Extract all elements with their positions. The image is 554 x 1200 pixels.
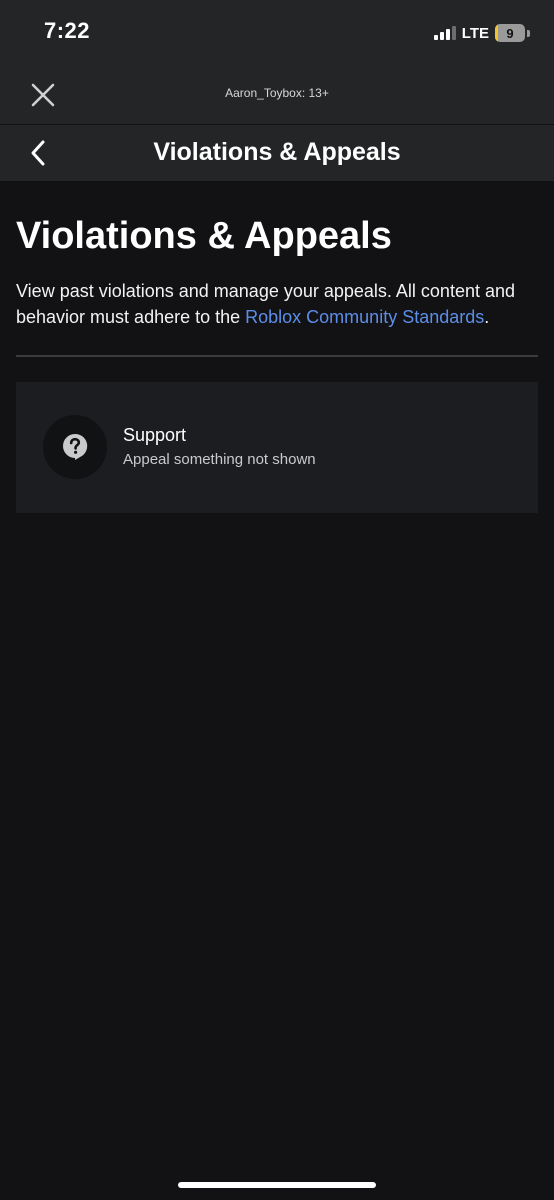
- page-description: View past violations and manage your app…: [16, 278, 538, 330]
- home-indicator[interactable]: [178, 1182, 376, 1188]
- battery-level: 9: [506, 25, 514, 41]
- account-label: Aaron_Toybox: 13+: [225, 86, 329, 100]
- top-area: 7:22 LTE 9 Aaron_Toybox: 13+: [0, 0, 554, 124]
- status-bar: 7:22 LTE 9: [0, 0, 554, 66]
- main-content: Violations & Appeals View past violation…: [16, 181, 538, 513]
- page-title: Violations & Appeals: [16, 215, 392, 257]
- support-item[interactable]: Support Appeal something not shown: [16, 382, 538, 513]
- account-bar: Aaron_Toybox: 13+: [0, 66, 554, 124]
- help-chat-icon: [63, 433, 88, 460]
- battery-cap: [527, 29, 530, 37]
- description-end: .: [484, 307, 490, 327]
- support-title: Support: [123, 425, 187, 445]
- support-subtitle: Appeal something not shown: [123, 451, 316, 468]
- divider: [16, 355, 538, 357]
- header-title: Violations & Appeals: [153, 138, 401, 166]
- battery-icon: 9: [495, 24, 525, 42]
- nav-header: Violations & Appeals: [0, 124, 554, 181]
- status-time: 7:22: [44, 18, 91, 43]
- battery-fill: [495, 24, 498, 42]
- screen: 7:22 LTE 9 Aaron_Toybox: 13+ Violations …: [0, 0, 554, 1200]
- status-indicators: LTE 9: [433, 22, 530, 44]
- network-type: LTE: [461, 24, 489, 42]
- community-standards-link[interactable]: Roblox Community Standards: [245, 307, 484, 327]
- cellular-signal-icon: [433, 26, 456, 40]
- support-icon-container: [43, 415, 107, 479]
